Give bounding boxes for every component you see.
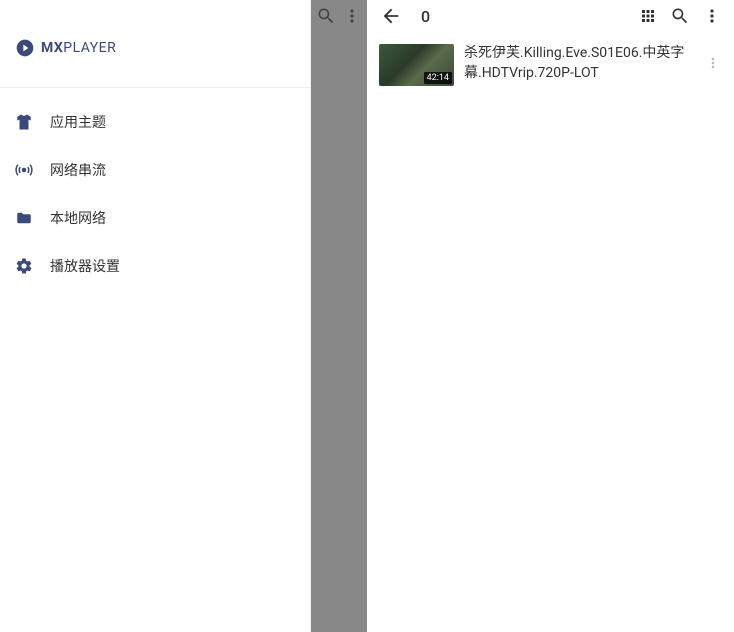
more-vert-icon[interactable] xyxy=(704,54,722,72)
play-circle-icon xyxy=(15,38,35,58)
video-list: 42:14 杀死伊芙.Killing.Eve.S01E06.中英字幕.HDTVr… xyxy=(367,32,734,98)
drawer-scrim[interactable] xyxy=(311,0,367,632)
video-title: 杀死伊芙.Killing.Eve.S01E06.中英字幕.HDTVrip.720… xyxy=(464,44,700,83)
drawer-panel: MXPLAYER 应用主题 网络串流 本地网络 xyxy=(0,0,311,632)
shirt-icon xyxy=(14,112,34,132)
folder-icon xyxy=(14,208,34,228)
folder-title: 0 xyxy=(421,7,636,26)
back-button[interactable] xyxy=(379,4,403,28)
video-item[interactable]: 42:14 杀死伊芙.Killing.Eve.S01E06.中英字幕.HDTVr… xyxy=(367,42,734,88)
drawer-item-label: 网络串流 xyxy=(50,160,106,180)
search-icon[interactable] xyxy=(668,4,692,28)
gear-icon xyxy=(14,256,34,276)
app-name: MXPLAYER xyxy=(41,40,116,56)
video-duration: 42:14 xyxy=(424,72,452,84)
stream-icon xyxy=(14,160,34,180)
drawer-item-stream[interactable]: 网络串流 xyxy=(0,146,310,194)
drawer-item-settings[interactable]: 播放器设置 xyxy=(0,242,310,290)
drawer-item-label: 本地网络 xyxy=(50,208,106,228)
drawer-item-label: 应用主题 xyxy=(50,112,106,132)
drawer-item-local[interactable]: 本地网络 xyxy=(0,194,310,242)
more-vert-icon[interactable] xyxy=(700,4,724,28)
search-icon[interactable] xyxy=(315,4,337,28)
more-vert-icon[interactable] xyxy=(341,4,363,28)
view-grid-icon[interactable] xyxy=(636,4,660,28)
drawer-header: MXPLAYER xyxy=(0,0,310,88)
video-thumbnail: 42:14 xyxy=(379,44,454,86)
content-toolbar: 0 xyxy=(367,0,734,32)
app-logo: MXPLAYER xyxy=(0,0,310,58)
drawer-item-label: 播放器设置 xyxy=(50,256,120,276)
drawer-item-theme[interactable]: 应用主题 xyxy=(0,98,310,146)
drawer-menu: 应用主题 网络串流 本地网络 播放器设置 xyxy=(0,88,310,290)
content-panel: 0 42:14 杀死伊芙.Killing.Eve.S01E06.中英字幕.HDT… xyxy=(367,0,734,632)
